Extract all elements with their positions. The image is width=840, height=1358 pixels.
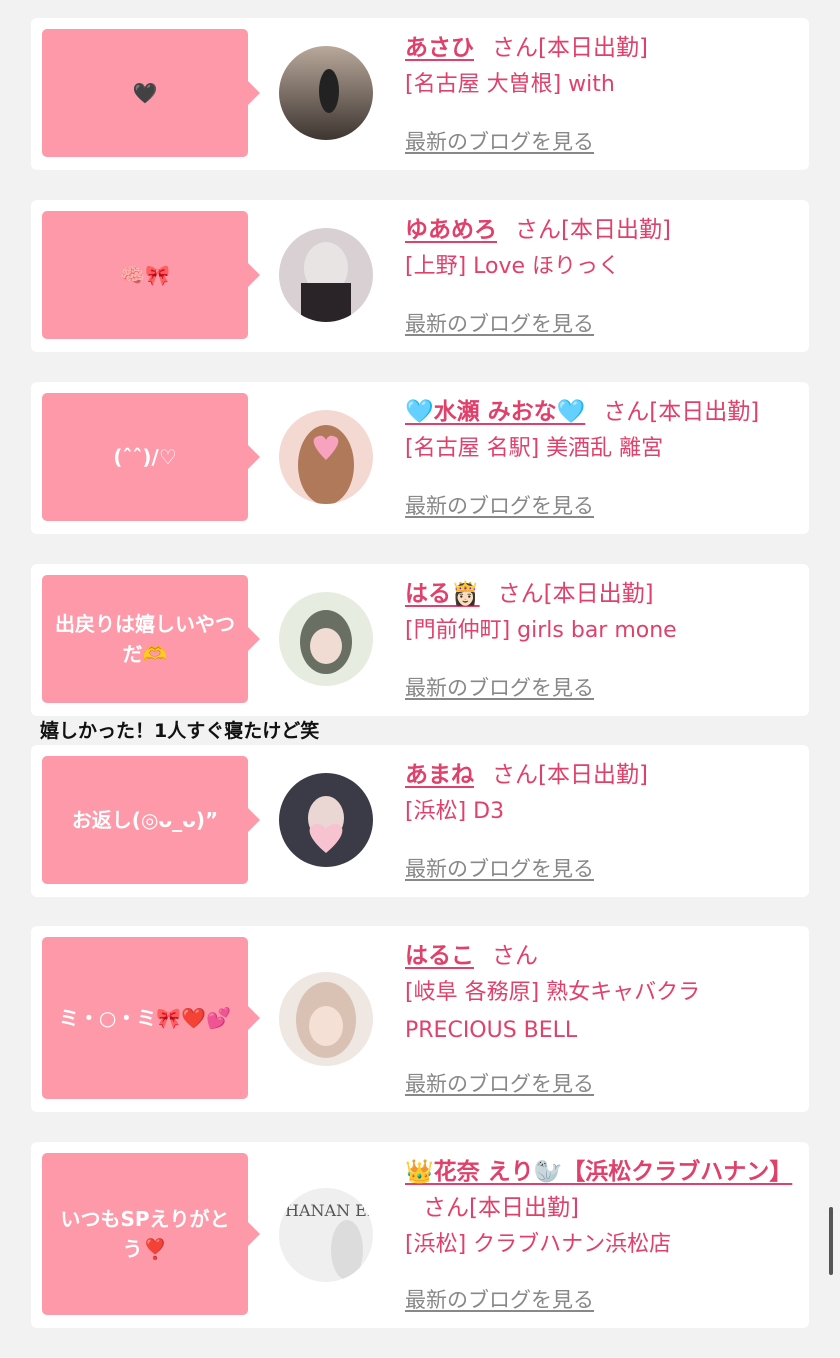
entry-info: はるこ さん [岐阜 各務原] 熟女キャバクラ PRECIOUS BELL bbox=[405, 938, 793, 1050]
caption-text: 嬉しかった！1人すぐ寝たけど笑 bbox=[40, 720, 320, 742]
entry-info: ゆあめろ さん[本日出勤] [上野] Love ほりっく bbox=[405, 212, 793, 286]
svg-text:HANAN ERI: HANAN ERI bbox=[285, 1201, 373, 1220]
comment-bubble: (ˆˆ)/♡ bbox=[42, 393, 260, 521]
shop-name: [上野] Love ほりっく bbox=[405, 254, 621, 279]
list-item: (ˆˆ)/♡ 🩵水瀬 みおな🩵 さん[本日出勤] [名古屋 名駅] 美酒乱 離宮 … bbox=[31, 382, 809, 534]
blog-link[interactable]: 最新のブログを見る bbox=[405, 308, 594, 338]
blog-link[interactable]: 最新のブログを見る bbox=[405, 1284, 594, 1314]
cast-name-link[interactable]: あまね bbox=[405, 762, 474, 788]
avatar[interactable] bbox=[279, 972, 373, 1066]
shop-name: [門前仲町] girls bar mone bbox=[405, 618, 677, 643]
blog-link[interactable]: 最新のブログを見る bbox=[405, 672, 594, 702]
cast-name-link[interactable]: はる👸🏻 bbox=[405, 581, 480, 607]
status-badge: [本日出勤] bbox=[538, 762, 648, 788]
entry-info: あさひ さん[本日出勤] [名古屋 大曽根] with bbox=[405, 30, 793, 104]
cast-name-link[interactable]: ゆあめろ bbox=[405, 217, 497, 243]
status-badge: [本日出勤] bbox=[538, 35, 648, 61]
entry-info: 👑花奈 えり🦭【浜松クラブハナン】さん[本日出勤] [浜松] クラブハナン浜松店 bbox=[405, 1154, 793, 1264]
list-item: 🖤 あさひ さん[本日出勤] [名古屋 大曽根] with 最新のブログを見る bbox=[31, 18, 809, 170]
list-item: いつもSPえりがとう❣️ HANAN ERI 👑花奈 えり🦭【浜松クラブハナン】… bbox=[31, 1142, 809, 1328]
blog-link[interactable]: 最新のブログを見る bbox=[405, 1068, 594, 1098]
shop-name: [名古屋 名駅] 美酒乱 離宮 bbox=[405, 436, 664, 461]
cast-name-link[interactable]: はるこ bbox=[405, 943, 474, 969]
list-item: お返し(◎ᴗ_ᴗ)” あまね さん[本日出勤] [浜松] D3 最新のブログを見る bbox=[31, 745, 809, 897]
shop-name: [浜松] D3 bbox=[405, 799, 505, 824]
status-badge: [本日出勤] bbox=[561, 217, 671, 243]
list-item: 出戻りは嬉しいやつだ🫶 はる👸🏻 さん[本日出勤] [門前仲町] girls ba… bbox=[31, 564, 809, 716]
entry-info: 🩵水瀬 みおな🩵 さん[本日出勤] [名古屋 名駅] 美酒乱 離宮 bbox=[405, 394, 793, 468]
avatar[interactable] bbox=[279, 773, 373, 867]
status-badge: [本日出勤] bbox=[543, 581, 654, 607]
cast-name-link[interactable]: 👑花奈 えり🦭【浜松クラブハナン】 bbox=[405, 1159, 792, 1185]
comment-bubble: 出戻りは嬉しいやつだ🫶 bbox=[42, 575, 260, 703]
scrollbar[interactable] bbox=[829, 1207, 833, 1275]
blog-link[interactable]: 最新のブログを見る bbox=[405, 126, 594, 156]
status-badge: [本日出勤] bbox=[649, 399, 760, 425]
avatar[interactable] bbox=[279, 46, 373, 140]
entry-info: あまね さん[本日出勤] [浜松] D3 bbox=[405, 757, 793, 831]
shop-name: [岐阜 各務原] 熟女キャバクラ PRECIOUS BELL bbox=[405, 980, 701, 1043]
entry-info: はる👸🏻 さん[本日出勤] [門前仲町] girls bar mone bbox=[405, 576, 793, 650]
shop-name: [浜松] クラブハナン浜松店 bbox=[405, 1232, 672, 1257]
comment-bubble: いつもSPえりがとう❣️ bbox=[42, 1153, 260, 1315]
avatar[interactable] bbox=[279, 228, 373, 322]
avatar[interactable] bbox=[279, 592, 373, 686]
blog-link[interactable]: 最新のブログを見る bbox=[405, 853, 594, 883]
avatar[interactable] bbox=[279, 410, 373, 504]
cast-name-link[interactable]: あさひ bbox=[405, 35, 474, 61]
list-item: 🧠🎀 ゆあめろ さん[本日出勤] [上野] Love ほりっく 最新のブログを見る bbox=[31, 200, 809, 352]
status-badge: [本日出勤] bbox=[469, 1195, 579, 1221]
comment-bubble: お返し(◎ᴗ_ᴗ)” bbox=[42, 756, 260, 884]
avatar[interactable]: HANAN ERI bbox=[279, 1188, 373, 1282]
comment-bubble: 🧠🎀 bbox=[42, 211, 260, 339]
comment-bubble: ミ・○・ミ🎀❤️💕 bbox=[42, 937, 260, 1099]
comment-bubble: 🖤 bbox=[42, 29, 260, 157]
list-item: ミ・○・ミ🎀❤️💕 はるこ さん [岐阜 各務原] 熟女キャバクラ PRECIOU… bbox=[31, 926, 809, 1112]
cast-name-link[interactable]: 🩵水瀬 みおな🩵 bbox=[405, 399, 585, 425]
shop-name: [名古屋 大曽根] with bbox=[405, 72, 615, 97]
blog-link[interactable]: 最新のブログを見る bbox=[405, 490, 594, 520]
